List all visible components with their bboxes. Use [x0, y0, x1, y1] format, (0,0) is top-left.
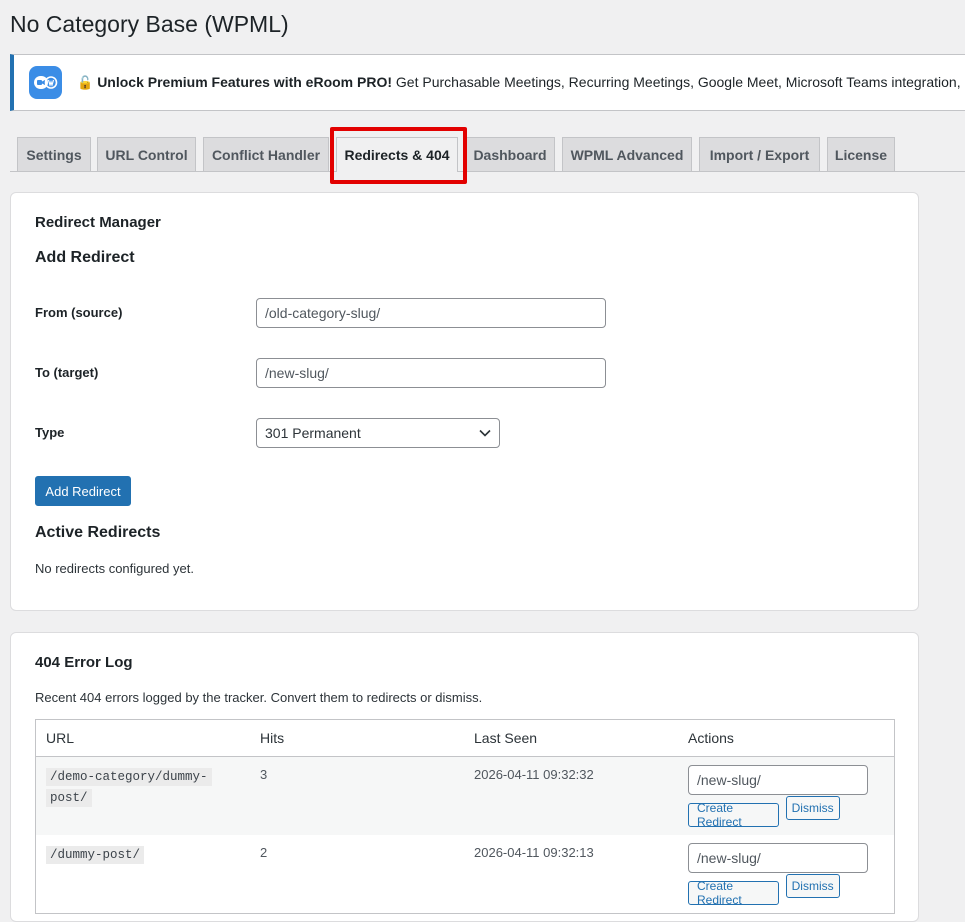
active-tab-highlight — [330, 127, 467, 184]
notice-headline: Unlock Premium Features with eRoom PRO! — [97, 74, 393, 90]
redirect-type-select[interactable]: 301 Permanent — [256, 418, 500, 448]
add-redirect-button[interactable]: Add Redirect — [35, 476, 131, 506]
redirect-target-input[interactable] — [688, 843, 868, 873]
from-source-input[interactable] — [256, 298, 606, 328]
table-header-row: URL Hits Last Seen Actions — [35, 719, 895, 757]
hits-cell: 2 — [260, 845, 268, 860]
error-log-title: 404 Error Log — [35, 654, 133, 671]
create-redirect-button[interactable]: Create Redirect — [688, 801, 779, 829]
add-redirect-title: Add Redirect — [35, 249, 135, 266]
hits-cell: 3 — [250, 756, 464, 835]
column-header-last-seen: Last Seen — [464, 719, 678, 757]
dismiss-button[interactable]: Dismiss — [785, 796, 840, 820]
redirect-target-input[interactable] — [688, 765, 868, 795]
tab-license[interactable]: License — [827, 137, 895, 171]
unlock-icon: 🔓 — [77, 75, 94, 90]
error-log-table: URL Hits Last Seen Actions /demo-categor… — [35, 719, 895, 914]
tab-settings[interactable]: Settings — [17, 137, 91, 171]
tab-conflict-handler[interactable]: Conflict Handler — [203, 137, 329, 171]
redirect-manager-title: Redirect Manager — [35, 214, 161, 231]
chevron-down-icon — [479, 429, 491, 437]
to-label: To (target) — [35, 365, 99, 380]
tab-url-control[interactable]: URL Control — [97, 137, 196, 171]
error-log-description: Recent 404 errors logged by the tracker.… — [35, 690, 483, 705]
redirect-manager-card: Redirect Manager Add Redirect From (sour… — [10, 192, 919, 611]
tab-wpml-advanced[interactable]: WPML Advanced — [562, 137, 692, 171]
table-row: /demo-category/dummy-post/ 3 2026-04-11 … — [35, 756, 895, 835]
tabs-divider — [10, 171, 965, 172]
create-redirect-button[interactable]: Create Redirect — [688, 879, 779, 907]
url-code: /demo-category/dummy-post/ — [46, 768, 212, 807]
promo-notice: 🔓 Unlock Premium Features with eRoom PRO!… — [10, 54, 965, 111]
column-header-actions: Actions — [678, 719, 895, 757]
notice-text: 🔓 Unlock Premium Features with eRoom PRO!… — [77, 74, 965, 91]
error-log-card: 404 Error Log Recent 404 errors logged b… — [10, 632, 919, 922]
last-seen-cell: 2026-04-11 09:32:13 — [474, 845, 594, 860]
tab-dashboard[interactable]: Dashboard — [465, 137, 555, 171]
notice-body: Get Purchasable Meetings, Recurring Meet… — [392, 74, 965, 90]
url-code: /dummy-post/ — [46, 846, 145, 864]
type-label: Type — [35, 425, 65, 440]
no-redirects-text: No redirects configured yet. — [35, 561, 194, 576]
tab-import-export[interactable]: Import / Export — [699, 137, 820, 171]
table-row: /dummy-post/ 2 2026-04-11 09:32:13 Creat… — [36, 835, 895, 914]
active-redirects-title: Active Redirects — [35, 524, 161, 541]
last-seen-cell: 2026-04-11 09:32:32 — [464, 756, 678, 835]
page-title: No Category Base (WPML) — [10, 11, 289, 37]
eroom-logo-icon — [29, 66, 62, 99]
from-label: From (source) — [35, 305, 123, 320]
dismiss-button[interactable]: Dismiss — [785, 874, 840, 898]
column-header-hits: Hits — [250, 719, 464, 757]
column-header-url: URL — [35, 719, 250, 757]
to-target-input[interactable] — [256, 358, 606, 388]
redirect-type-value: 301 Permanent — [265, 425, 361, 441]
